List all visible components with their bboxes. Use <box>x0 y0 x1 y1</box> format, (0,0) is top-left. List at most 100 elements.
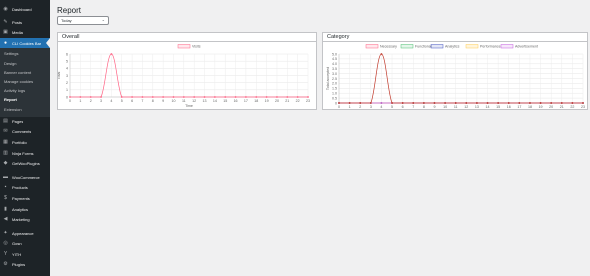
data-point <box>172 96 175 98</box>
y-tick-label: 0 <box>66 95 68 99</box>
legend-label-analytics: Analytics <box>445 45 460 49</box>
submenu-item-extension[interactable]: Extension <box>4 107 22 112</box>
y-axis-label: Total accepted <box>326 67 330 90</box>
x-tick-label: 7 <box>141 99 143 103</box>
sidebar-item-getwooplugins[interactable]: ◆ GetWooPlugins <box>0 158 50 168</box>
data-point <box>550 102 553 104</box>
legend-label-performance: Performance <box>480 45 501 49</box>
x-tick-label: 19 <box>539 105 543 109</box>
x-tick-label: 14 <box>213 99 217 103</box>
date-range-select[interactable]: Today ⌄ <box>57 16 109 25</box>
data-point <box>433 102 436 104</box>
x-tick-label: 5 <box>121 99 123 103</box>
pin-icon: ✎ <box>3 18 8 25</box>
sidebar-item-pages[interactable]: ▤ Pages <box>0 116 50 126</box>
data-point <box>296 96 299 98</box>
data-point <box>162 96 165 98</box>
legend-swatch-visits <box>177 44 191 49</box>
sidebar-item-cli-cookies-bar[interactable]: ● CLI Cookies Bar <box>0 38 50 48</box>
legend-label-advertisement: Advertisement <box>515 45 538 49</box>
x-tick-label: 5 <box>391 105 393 109</box>
page-icon: ▤ <box>3 117 8 124</box>
data-point <box>444 102 446 104</box>
submenu-item-report[interactable]: Report <box>4 97 17 102</box>
submenu-item-settings[interactable]: Settings <box>4 51 18 56</box>
sidebar-item-woocommerce[interactable]: ▬ WooCommerce <box>0 172 50 182</box>
media-icon: ▣ <box>3 28 8 35</box>
sidebar-item-label: YITH <box>12 251 22 257</box>
data-point <box>131 96 133 98</box>
x-tick-label: 11 <box>182 99 186 103</box>
sidebar-item-marketing[interactable]: ◀ Marketing <box>0 214 50 224</box>
legend-label-necessary: Necessary <box>380 45 397 49</box>
x-tick-label: 6 <box>402 105 404 109</box>
portfolio-icon: ▦ <box>3 138 8 145</box>
gosn-icon: ◎ <box>3 239 8 246</box>
x-tick-label: 12 <box>192 99 196 103</box>
submenu-item-activity-logs[interactable]: Activity logs <box>4 88 25 93</box>
active-menu-arrow <box>46 38 50 48</box>
legend-label-visits: Visits <box>192 45 201 49</box>
sidebar-item-products[interactable]: ▪ Products <box>0 182 50 192</box>
data-point <box>465 102 468 104</box>
submenu-item-banner-content[interactable]: Banner content <box>4 70 31 75</box>
x-tick-label: 9 <box>162 99 164 103</box>
data-point <box>391 102 393 104</box>
x-tick-label: 4 <box>110 99 112 103</box>
x-tick-label: 8 <box>423 105 425 109</box>
data-point <box>412 102 415 104</box>
data-point <box>79 96 82 98</box>
sidebar-item-analytics[interactable]: ▮ Analytics <box>0 204 50 214</box>
sidebar-item-yith[interactable]: Y YITH <box>0 249 50 259</box>
submenu-item-manage-cookies[interactable]: Manage cookies <box>4 79 33 84</box>
sidebar-item-label: Ninja Forms <box>12 150 34 156</box>
category-chart: Necessary Functional Analytics Performance A… <box>326 44 585 109</box>
data-point <box>224 96 227 98</box>
data-point <box>234 96 237 98</box>
x-tick-label: 1 <box>349 105 351 109</box>
submenu-item-design[interactable]: Design <box>4 61 16 66</box>
sidebar-item-label: Plugins <box>12 261 26 267</box>
data-point <box>89 96 92 98</box>
sidebar-item-label: CLI Cookies Bar <box>12 40 42 46</box>
y-tick-label: 1.5 <box>332 87 337 91</box>
sidebar-item-gosn[interactable]: ◎ Gosn <box>0 238 50 248</box>
data-point <box>100 96 102 98</box>
sidebar-item-label: Dashboard <box>12 6 32 12</box>
sidebar-item-label: Pages <box>12 118 24 124</box>
sidebar-item-ninja-forms[interactable]: ▥ Ninja Forms <box>0 148 50 158</box>
x-tick-label: 0 <box>338 105 340 109</box>
x-tick-label: 21 <box>560 105 564 109</box>
x-tick-label: 22 <box>570 105 574 109</box>
x-tick-label: 13 <box>203 99 207 103</box>
y-tick-label: 0.5 <box>332 96 337 100</box>
y-axis-label: Total <box>58 72 61 80</box>
sidebar-item-appearance[interactable]: ✦ Appearance <box>0 228 50 238</box>
sidebar-item-media[interactable]: ▣ Media <box>0 27 50 37</box>
overall-panel: Overall Visits 0 1 2 3 4 5 6 0 1 2 3 4 5 6 7 8 9 10 11 12 13 1… <box>57 32 317 110</box>
plugin-icon: ◆ <box>3 159 8 166</box>
y-tick-label: 6 <box>66 52 68 56</box>
x-tick-label: 18 <box>254 99 258 103</box>
data-point <box>539 102 542 104</box>
data-point <box>401 102 404 104</box>
data-point <box>69 96 71 98</box>
y-tick-label: 0 <box>335 101 337 105</box>
x-tick-label: 16 <box>234 99 238 103</box>
sidebar-item-comments[interactable]: ✉ Comments <box>0 126 50 136</box>
y-tick-label: 4.5 <box>332 57 337 61</box>
data-point <box>286 96 289 98</box>
sidebar-item-portfolio[interactable]: ▦ Portfolio <box>0 137 50 147</box>
date-range-value: Today <box>61 18 72 23</box>
sidebar-item-label: Analytics <box>12 206 29 212</box>
sidebar-item-posts[interactable]: ✎ Posts <box>0 17 50 27</box>
data-point <box>571 102 574 104</box>
sidebar-item-payments[interactable]: $ Payments <box>0 193 50 203</box>
sidebar-item-dashboard[interactable]: ◉ Dashboard <box>0 4 50 14</box>
comment-icon: ✉ <box>3 127 8 134</box>
dashboard-icon: ◉ <box>3 5 8 12</box>
sidebar-item-plugins[interactable]: ⚙ Plugins <box>0 259 50 269</box>
payments-icon: $ <box>4 194 7 201</box>
data-point <box>213 96 216 98</box>
admin-sidebar: ◉ Dashboard ✎ Posts ▣ Media ● CLI Cookies Bar ▤ P… <box>0 0 50 276</box>
